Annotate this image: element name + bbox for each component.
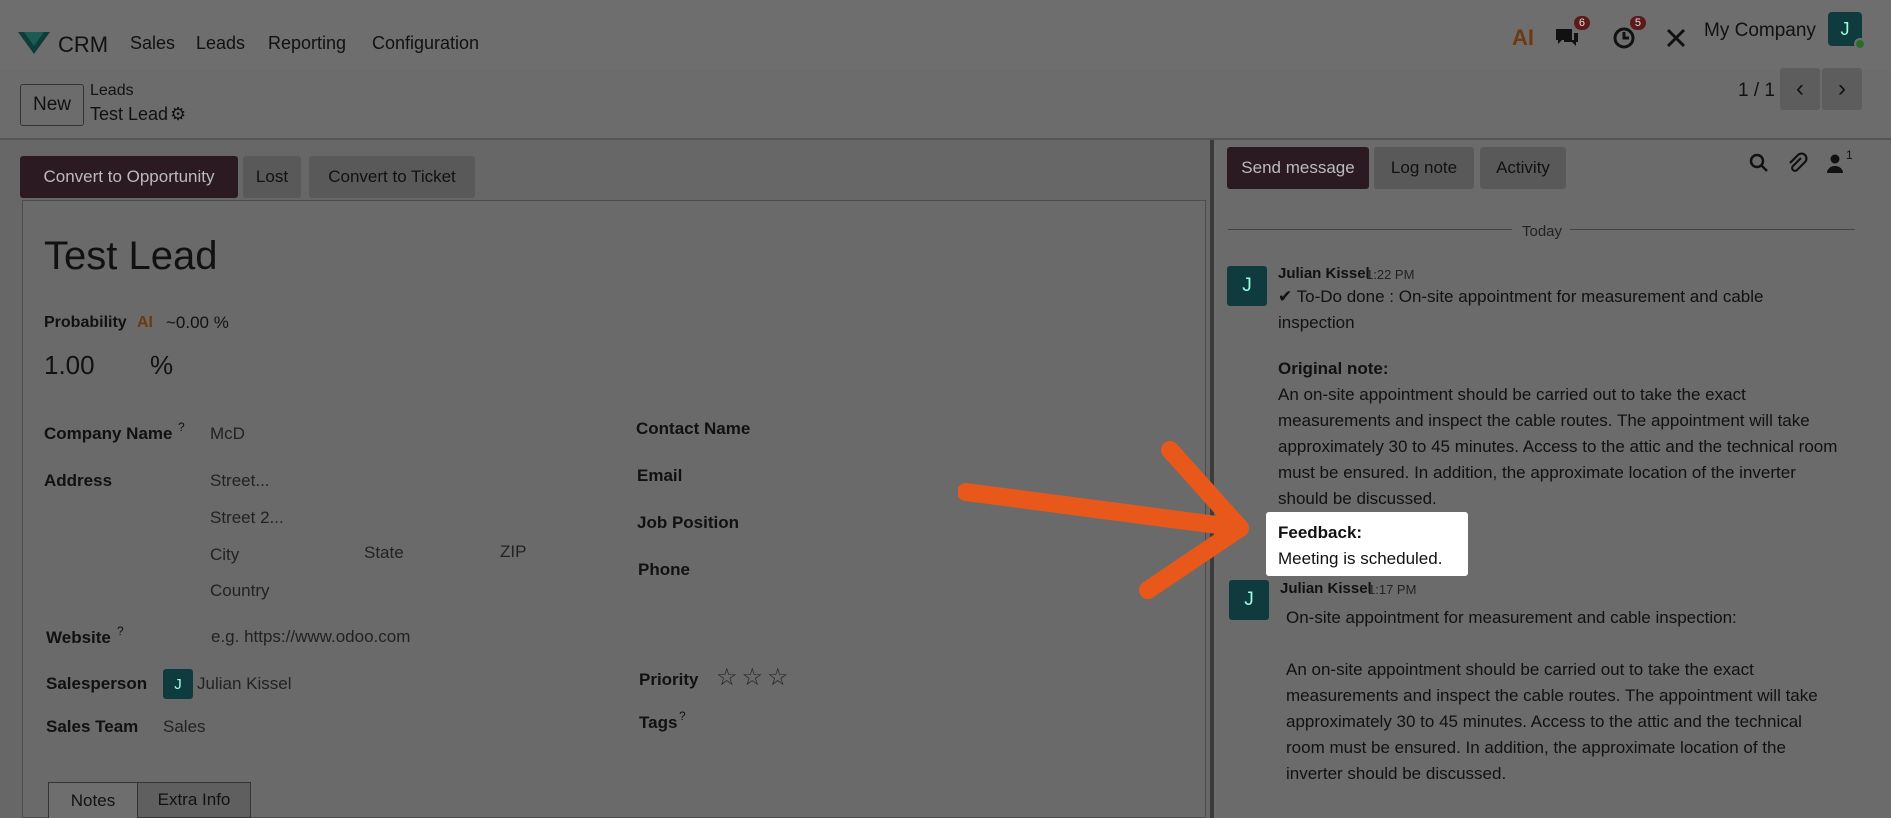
lead-title[interactable]: Test Lead bbox=[44, 234, 217, 279]
company-switcher[interactable]: My Company bbox=[1704, 20, 1816, 42]
attachment-icon[interactable] bbox=[1786, 152, 1808, 179]
message-body: ✔ To-Do done : On-site appointment for m… bbox=[1278, 284, 1858, 512]
original-note-label: Original note: bbox=[1278, 359, 1389, 378]
convert-to-ticket-button[interactable]: Convert to Ticket bbox=[309, 156, 475, 198]
send-message-button[interactable]: Send message bbox=[1227, 147, 1369, 189]
feedback-highlight: Feedback: Meeting is scheduled. bbox=[1266, 512, 1468, 576]
note-line: approximately 30 to 45 minutes. Access t… bbox=[1286, 712, 1802, 731]
message-line: On-site appointment for measurement and … bbox=[1286, 608, 1737, 627]
note-line: approximately 30 to 45 minutes. Access t… bbox=[1278, 437, 1838, 456]
log-note-button[interactable]: Log note bbox=[1374, 147, 1474, 189]
feedback-label: Feedback: bbox=[1278, 523, 1363, 542]
company-name-label: Company Name bbox=[44, 424, 173, 443]
website-input[interactable]: e.g. https://www.odoo.com bbox=[211, 627, 410, 647]
annotation-arrow-icon bbox=[958, 441, 1249, 599]
country-select[interactable]: Country bbox=[210, 581, 270, 601]
message-line: inspection bbox=[1278, 313, 1355, 332]
crm-logo-icon[interactable] bbox=[16, 30, 52, 56]
priority-label: Priority bbox=[639, 670, 699, 689]
online-status-icon bbox=[1854, 38, 1866, 50]
note-line: should be discussed. bbox=[1278, 489, 1437, 508]
control-panel bbox=[0, 70, 1891, 138]
message-author[interactable]: Julian Kissel bbox=[1278, 265, 1370, 282]
messages-icon[interactable]: 6 bbox=[1554, 16, 1590, 58]
message-time: 1:22 PM bbox=[1366, 267, 1415, 282]
message-author[interactable]: Julian Kissel bbox=[1280, 580, 1372, 597]
note-line: room must be ensured. In addition, the a… bbox=[1286, 738, 1786, 757]
menu-configuration[interactable]: Configuration bbox=[372, 33, 479, 54]
tags-help-icon[interactable]: ? bbox=[679, 709, 686, 723]
sales-team-label: Sales Team bbox=[46, 717, 139, 736]
message-line: ✔ To-Do done : On-site appointment for m… bbox=[1278, 287, 1764, 306]
breadcrumb-current: Test Lead bbox=[90, 104, 169, 124]
gear-icon[interactable]: ⚙ bbox=[170, 104, 186, 125]
note-line: An on-site appointment should be carried… bbox=[1278, 385, 1746, 404]
note-line: inverter should be discussed. bbox=[1286, 764, 1507, 783]
date-separator: Today bbox=[1522, 223, 1563, 240]
activity-button[interactable]: Activity bbox=[1480, 147, 1566, 189]
pager-next-icon[interactable]: › bbox=[1822, 68, 1862, 110]
help-icon[interactable]: ? bbox=[178, 420, 185, 434]
company-name-input[interactable]: McD bbox=[210, 424, 245, 444]
note-line: An on-site appointment should be carried… bbox=[1286, 660, 1754, 679]
website-help-icon[interactable]: ? bbox=[117, 624, 124, 638]
user-initial: J bbox=[1840, 18, 1850, 39]
menu-reporting[interactable]: Reporting bbox=[268, 33, 346, 54]
salesperson-avatar: J bbox=[163, 669, 193, 699]
state-select[interactable]: State bbox=[364, 543, 404, 563]
pager-value[interactable]: 1 / 1 bbox=[1738, 80, 1775, 102]
salesperson-label: Salesperson bbox=[46, 674, 148, 693]
message-author-avatar[interactable]: J bbox=[1227, 266, 1267, 306]
percent-sign: % bbox=[150, 350, 174, 380]
activities-badge: 5 bbox=[1629, 16, 1646, 30]
new-button[interactable]: New bbox=[20, 84, 84, 126]
probability-label: Probability bbox=[44, 314, 127, 331]
city-input[interactable]: City bbox=[210, 545, 239, 565]
ai-icon[interactable]: AI bbox=[1512, 18, 1534, 58]
convert-to-opportunity-button[interactable]: Convert to Opportunity bbox=[20, 156, 238, 198]
message-body: On-site appointment for measurement and … bbox=[1286, 605, 1866, 787]
address-label: Address bbox=[44, 471, 113, 490]
pager-previous-icon[interactable]: ‹ bbox=[1780, 68, 1820, 110]
note-line: must be ensured. In addition, the approx… bbox=[1278, 463, 1796, 482]
breadcrumb-leads[interactable]: Leads bbox=[90, 82, 134, 100]
tab-notes[interactable]: Notes bbox=[48, 782, 138, 818]
messages-badge: 6 bbox=[1573, 16, 1590, 30]
zip-input[interactable]: ZIP bbox=[500, 542, 526, 562]
note-line: measurements and inspect the cable route… bbox=[1278, 411, 1810, 430]
search-icon[interactable] bbox=[1748, 152, 1770, 179]
sales-team-input[interactable]: Sales bbox=[163, 717, 206, 737]
website-label: Website bbox=[46, 628, 111, 647]
lost-button[interactable]: Lost bbox=[243, 156, 301, 198]
ai-probability-value: ~0.00 % bbox=[166, 313, 229, 332]
user-avatar[interactable]: J bbox=[1828, 12, 1866, 50]
tools-icon[interactable] bbox=[1664, 18, 1688, 58]
note-line: measurements and inspect the cable route… bbox=[1286, 686, 1818, 705]
contact-name-label: Contact Name bbox=[636, 419, 751, 438]
ai-probability-icon[interactable]: AI bbox=[137, 314, 153, 332]
probability-input[interactable]: 1.00 bbox=[44, 350, 95, 381]
date-separator-line-left bbox=[1228, 229, 1512, 230]
message-time: 1:17 PM bbox=[1368, 582, 1417, 597]
followers-icon[interactable] bbox=[1826, 152, 1844, 179]
menu-leads[interactable]: Leads bbox=[196, 33, 245, 54]
job-position-label: Job Position bbox=[637, 513, 739, 532]
priority-stars-widget[interactable]: ☆☆☆ bbox=[716, 663, 793, 692]
email-label: Email bbox=[637, 466, 683, 485]
street-input[interactable]: Street... bbox=[210, 471, 270, 491]
street2-input[interactable]: Street 2... bbox=[210, 508, 284, 528]
app-name[interactable]: CRM bbox=[58, 32, 108, 58]
feedback-text: Meeting is scheduled. bbox=[1278, 549, 1443, 568]
followers-count: 1 bbox=[1846, 148, 1853, 162]
tab-extra-info[interactable]: Extra Info bbox=[137, 782, 251, 818]
date-separator-line-right bbox=[1570, 229, 1855, 230]
tags-label: Tags bbox=[639, 713, 678, 732]
activity-clock-icon[interactable]: 5 bbox=[1612, 16, 1646, 58]
phone-label: Phone bbox=[638, 560, 690, 579]
menu-sales[interactable]: Sales bbox=[130, 33, 175, 54]
salesperson-input[interactable]: Julian Kissel bbox=[197, 674, 292, 694]
